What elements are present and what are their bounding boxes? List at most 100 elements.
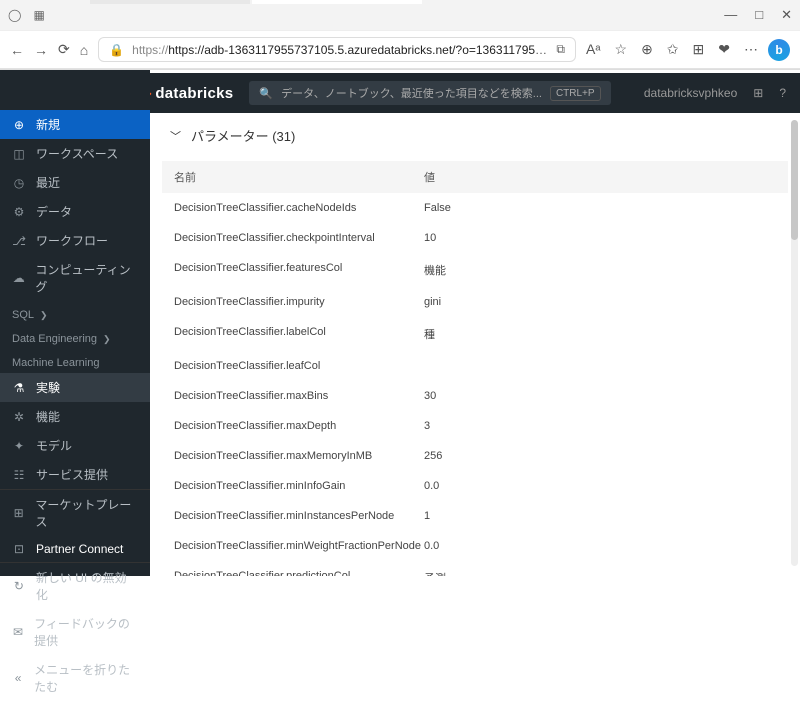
workflow-icon: ⎇ [12,234,26,248]
new-label: 新規 [36,116,60,133]
main-content: ﹀ パラメーター (31) 名前 値 DecisionTreeClassifie… [150,70,800,576]
sidebar-item-label: Partner Connect [36,542,123,556]
param-value: 3 [424,420,776,432]
table-row: DecisionTreeClassifier.maxBins30 [162,381,788,411]
sidebar-item-workspace[interactable]: ◫ ワークスペース [0,139,150,168]
table-row: DecisionTreeClassifier.featuresCol機能 [162,253,788,287]
copy-icon[interactable]: ⧉ [556,42,565,57]
workspace-icon: ◫ [12,147,26,161]
vertical-scrollbar[interactable] [791,120,798,566]
sidebar-item-features[interactable]: ✲ 機能 [0,402,150,431]
table-row: DecisionTreeClassifier.minWeightFraction… [162,531,788,561]
plus-icon: ⊕ [12,118,26,132]
table-row: DecisionTreeClassifier.leafCol [162,351,788,381]
sidebar-item-models[interactable]: ✦ モデル [0,431,150,460]
param-value: 30 [424,390,776,402]
sidebar-item-collapse[interactable]: «メニューを折りたたむ [0,655,150,701]
serving-icon: ☷ [12,468,26,482]
sidebar-item-compute[interactable]: ☁コンピューティング [0,255,150,301]
table-header: 名前 値 [162,161,788,193]
chevron-right-icon: ❯ [40,310,48,321]
sidebar-item-recent[interactable]: ◷最近 [0,168,150,197]
more-icon[interactable]: ⋯ [744,41,758,58]
back-button[interactable]: ← [10,42,24,58]
home-button[interactable]: ⌂ [80,42,88,58]
param-value: 10 [424,232,776,244]
data-icon: ⚙ [12,205,26,219]
heart-icon[interactable]: ❤ [718,41,730,58]
global-search[interactable]: 🔍 データ、ノートブック、最近使った項目などを検索... CTRL+P [249,81,610,105]
sidebar-item-feedback[interactable]: ✉フィードバックの提供 [0,609,150,655]
param-name: DecisionTreeClassifier.featuresCol [174,262,424,278]
new-button[interactable]: ⊕ 新規 [0,110,150,139]
workspace-name[interactable]: databricksvphkeo [644,86,737,100]
sidebar-item-label: ワークフロー [36,232,108,249]
sidebar-item-label: 機能 [36,408,60,425]
lock-icon: 🔒 [109,43,124,57]
gift-icon[interactable]: ⊞ [753,86,763,100]
sidebar-item-label: ワークスペース [36,145,118,162]
param-name: DecisionTreeClassifier.maxBins [174,390,424,402]
forward-button[interactable]: → [34,42,48,58]
scrollbar-thumb[interactable] [791,120,798,240]
section-title: パラメーター (31) [191,126,295,145]
column-header-name: 名前 [174,169,424,185]
brand-databricks: ◆databricks [139,83,234,103]
models-icon: ✦ [12,439,26,453]
param-name: DecisionTreeClassifier.leafCol [174,360,424,372]
help-icon[interactable]: ? [779,86,786,100]
param-value [424,360,776,372]
marketplace-icon: ⊞ [12,506,25,520]
param-value: 1 [424,510,776,522]
close-window-button[interactable]: ✕ [781,7,792,23]
sidebar-section-data-engineering[interactable]: Data Engineering❯ [0,325,150,349]
sidebar-item-data[interactable]: ⚙ データ [0,197,150,226]
table-row: DecisionTreeClassifier.maxMemoryInMB256 [162,441,788,471]
param-value: 予測 [424,570,776,576]
table-row: DecisionTreeClassifier.labelCol種 [162,317,788,351]
column-header-value: 値 [424,169,776,185]
profile-icon[interactable]: ◯ [8,8,21,22]
favorites-bar-icon[interactable]: ✩ [667,41,679,58]
sidebar-item-label: 新しい UI の無効化 [36,569,138,603]
sidebar-item-workflows[interactable]: ⎇ ワークフロー [0,226,150,255]
new-tab-button[interactable]: ＋ [428,0,455,4]
sidebar-item-label: マーケットプレース [35,496,138,530]
favorite-icon[interactable]: ☆ [615,41,628,58]
sidebar-item-label: 最近 [36,174,60,191]
sidebar-item-partner-connect[interactable]: ⊡ Partner Connect [0,536,150,562]
sidebar-item-label: モデル [36,437,72,454]
sidebar-section-machine-learning: Machine Learning [0,349,150,373]
partner-icon: ⊡ [12,542,26,556]
bing-button[interactable]: b [768,39,790,61]
parameters-section-header[interactable]: ﹀ パラメーター (31) [162,120,788,151]
table-row: DecisionTreeClassifier.impuritygini [162,287,788,317]
collections-icon[interactable]: ⊕ [641,41,653,58]
sidebar-item-label: サービス提供 [36,466,108,483]
search-placeholder: データ、ノートブック、最近使った項目などを検索... [281,85,542,101]
param-name: DecisionTreeClassifier.checkpointInterva… [174,232,424,244]
sidebar-item-label: データ [36,203,72,220]
sidebar-section-sql[interactable]: SQL❯ [0,301,150,325]
browser-tab-mlflow-run[interactable]: ◉ abundant-bird-366 - MLflow Run × [252,0,422,4]
sidebar-item-label: フィードバックの提供 [34,615,138,649]
chevron-right-icon: ❯ [103,334,111,345]
minimize-button[interactable]: ― [724,7,737,23]
sidebar-item-disable-new-ui[interactable]: ↻新しい UI の無効化 [0,563,150,609]
param-value: 0.0 [424,540,776,552]
param-name: DecisionTreeClassifier.minWeightFraction… [174,540,424,552]
extensions-icon[interactable]: ⊞ [693,41,705,58]
workspaces-icon[interactable]: ▦ [33,8,44,22]
param-name: DecisionTreeClassifier.predictionCol [174,570,424,576]
table-row: DecisionTreeClassifier.predictionCol予測 [162,561,788,576]
flask-icon: ⚗ [12,381,26,395]
sidebar-item-serving[interactable]: ☷ サービス提供 [0,460,150,489]
maximize-button[interactable]: □ [755,7,763,23]
read-aloud-icon[interactable]: Aᵃ [586,41,601,58]
refresh-button[interactable]: ⟳ [58,41,70,58]
features-icon: ✲ [12,410,26,424]
sidebar-item-marketplace[interactable]: ⊞ マーケットプレース [0,490,150,536]
address-bar[interactable]: 🔒 https://https://adb-1363117955737105.5… [98,37,576,62]
sidebar-item-experiments[interactable]: ⚗実験 [0,373,150,402]
browser-tab-hyperopt[interactable]: ◆ Hyperopt - Databricks × [90,0,250,4]
